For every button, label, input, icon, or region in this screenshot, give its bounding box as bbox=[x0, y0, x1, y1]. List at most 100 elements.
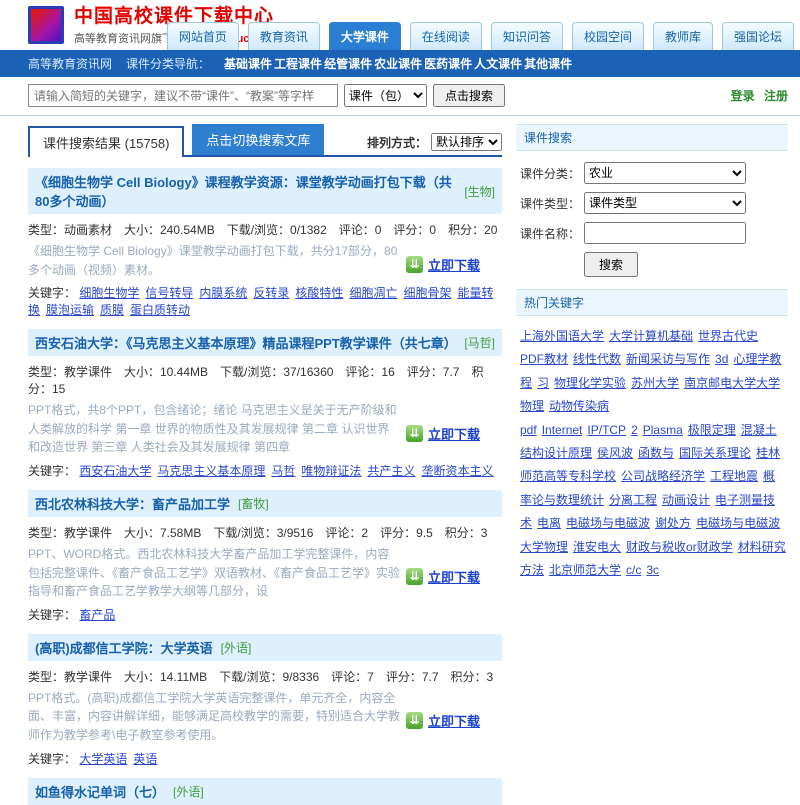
keyword-link[interactable]: 质膜 bbox=[100, 303, 124, 317]
result-title-link[interactable]: 如鱼得水记单词（七） bbox=[35, 782, 165, 801]
keyword-link[interactable]: 马哲 bbox=[271, 464, 295, 478]
keyword-link[interactable]: 核酸特性 bbox=[295, 286, 343, 300]
hot-keyword-link[interactable]: Plasma bbox=[643, 423, 683, 437]
hot-keyword-link[interactable]: 财政与税收or财政学 bbox=[626, 540, 733, 554]
hot-keyword-link[interactable]: 习 bbox=[537, 376, 549, 390]
top-tab-qa[interactable]: 知识问答 bbox=[491, 22, 563, 50]
top-tab-forum[interactable]: 强国论坛 bbox=[722, 22, 794, 50]
keyword-link[interactable]: 马克思主义基本原理 bbox=[157, 464, 265, 478]
login-link[interactable]: 登录 bbox=[731, 89, 755, 103]
hot-keyword-link[interactable]: 国际关系理论 bbox=[679, 446, 751, 460]
download-link[interactable]: 立即下载 bbox=[428, 424, 480, 443]
result-item: 《细胞生物学 Cell Biology》课程教学资源：课堂教学动画打包下载（共8… bbox=[28, 168, 502, 318]
hot-keyword-link[interactable]: 谢处方 bbox=[655, 516, 691, 530]
hot-keyword-link[interactable]: 函数与 bbox=[638, 446, 674, 460]
hot-keyword-link[interactable]: pdf bbox=[520, 423, 537, 437]
type-select[interactable]: 课件类型 bbox=[584, 192, 746, 214]
nav-category-link[interactable]: 农业课件 bbox=[374, 57, 422, 71]
search-button[interactable]: 点击搜索 bbox=[433, 84, 505, 107]
result-keywords: 关键字： 大学英语英语 bbox=[28, 745, 502, 767]
keyword-link[interactable]: 膜泡运输 bbox=[46, 303, 94, 317]
result-title-link[interactable]: 西北农林科技大学：畜产品加工学 bbox=[35, 494, 230, 513]
keyword-link[interactable]: 反转录 bbox=[253, 286, 289, 300]
result-category-tag: [外语] bbox=[221, 639, 252, 656]
hot-keyword-link[interactable]: 苏州大学 bbox=[631, 376, 679, 390]
hot-keyword-link[interactable]: 世界古代史 bbox=[698, 329, 758, 343]
search-bar: 课件（包） 点击搜索 登录 注册 bbox=[0, 77, 800, 113]
category-nav-bar: 高等教育资讯网 课件分类导航： 基础课件工程课件经管课件农业课件医药课件人文课件… bbox=[0, 50, 800, 77]
hot-keyword-link[interactable]: 大学计算机基础 bbox=[609, 329, 693, 343]
hot-keyword-link[interactable]: 电离 bbox=[537, 516, 561, 530]
hot-keyword-link[interactable]: 大学物理 bbox=[520, 540, 568, 554]
hot-keyword-link[interactable]: 工程地震 bbox=[710, 469, 758, 483]
hot-keyword-link[interactable]: c/c bbox=[626, 563, 641, 577]
hot-keyword-link[interactable]: 上海外国语大学 bbox=[520, 329, 604, 343]
sidebar-search-button[interactable]: 搜索 bbox=[584, 252, 638, 277]
hot-keyword-link[interactable]: 动物传染病 bbox=[549, 399, 609, 413]
nav-category-link[interactable]: 工程课件 bbox=[274, 57, 322, 71]
hot-keyword-link[interactable]: 3d bbox=[715, 352, 728, 366]
keyword-link[interactable]: 大学英语 bbox=[79, 752, 127, 766]
tab-search-results[interactable]: 课件搜索结果 (15758) bbox=[28, 126, 184, 157]
courseware-name-input[interactable] bbox=[584, 222, 746, 244]
hot-keyword-link[interactable]: 北京师范大学 bbox=[549, 563, 621, 577]
hot-keyword-link[interactable]: 侯风波 bbox=[597, 446, 633, 460]
hot-keyword-link[interactable]: 新闻采访与写作 bbox=[626, 352, 710, 366]
nav-category-link[interactable]: 医药课件 bbox=[424, 57, 472, 71]
sort-select[interactable]: 默认排序 bbox=[431, 133, 502, 151]
keyword-link[interactable]: 细胞生物学 bbox=[79, 286, 139, 300]
result-category-tag: [外语] bbox=[173, 783, 204, 800]
download-link[interactable]: 立即下载 bbox=[428, 567, 480, 586]
result-title-link[interactable]: 西安石油大学：《马克思主义基本原理》精品课程PPT教学课件（共七章） bbox=[35, 333, 456, 352]
nav-portal-link[interactable]: 高等教育资讯网 bbox=[28, 55, 112, 72]
hot-keyword-link[interactable]: 动画设计 bbox=[662, 493, 710, 507]
result-title-link[interactable]: 《细胞生物学 Cell Biology》课程教学资源：课堂教学动画打包下载（共8… bbox=[35, 172, 456, 210]
top-tab-teachers[interactable]: 教师库 bbox=[653, 22, 713, 50]
keyword-link[interactable]: 内膜系统 bbox=[199, 286, 247, 300]
hot-keyword-link[interactable]: Internet bbox=[542, 423, 583, 437]
hot-keyword-link[interactable]: 电磁场与电磁波 bbox=[566, 516, 650, 530]
top-tab-home[interactable]: 网站首页 bbox=[167, 22, 239, 50]
hot-keyword-link[interactable]: 物理化学实验 bbox=[554, 376, 626, 390]
hot-keyword-link[interactable]: 电磁场与电磁波 bbox=[696, 516, 780, 530]
nav-category-link[interactable]: 人文课件 bbox=[474, 57, 522, 71]
result-description: 《细胞生物学 Cell Biology》课堂教学动画打包下载，共分17部分，80… bbox=[28, 240, 400, 279]
keyword-link[interactable]: 畜产品 bbox=[79, 608, 115, 622]
hot-keyword-link[interactable]: 极限定理 bbox=[688, 423, 736, 437]
hot-keyword-link[interactable]: PDF教材 bbox=[520, 352, 568, 366]
tab-switch-library[interactable]: 点击切换搜索文库 bbox=[192, 124, 324, 155]
download-link[interactable]: 立即下载 bbox=[428, 255, 480, 274]
download-link[interactable]: 立即下载 bbox=[428, 711, 480, 730]
keyword-link[interactable]: 细胞凋亡 bbox=[349, 286, 397, 300]
result-title-link[interactable]: (高职)成都信工学院：大学英语 bbox=[35, 638, 213, 657]
hot-keyword-link[interactable]: IP/TCP bbox=[587, 423, 626, 437]
top-tab-reading[interactable]: 在线阅读 bbox=[410, 22, 482, 50]
keyword-link[interactable]: 垄断资本主义 bbox=[421, 464, 493, 478]
keyword-link[interactable]: 蛋白质转动 bbox=[130, 303, 190, 317]
nav-category-link[interactable]: 经管课件 bbox=[324, 57, 372, 71]
top-tab-news[interactable]: 教育资讯 bbox=[248, 22, 320, 50]
result-category-tag: [畜牧] bbox=[238, 495, 269, 512]
register-link[interactable]: 注册 bbox=[764, 89, 788, 103]
keyword-link[interactable]: 英语 bbox=[133, 752, 157, 766]
keyword-link[interactable]: 信号转导 bbox=[145, 286, 193, 300]
nav-category-link[interactable]: 基础课件 bbox=[224, 57, 272, 71]
hot-keyword-link[interactable]: 公司战略经济学 bbox=[621, 469, 705, 483]
hot-keyword-link[interactable]: 2 bbox=[631, 423, 638, 437]
result-keywords: 关键字： 细胞生物学信号转导内膜系统反转录核酸特性细胞凋亡细胞骨架能量转换膜泡运… bbox=[28, 279, 502, 318]
hot-keyword-link[interactable]: 线性代数 bbox=[573, 352, 621, 366]
keyword-link[interactable]: 共产主义 bbox=[367, 464, 415, 478]
keyword-link[interactable]: 西安石油大学 bbox=[79, 464, 151, 478]
top-tab-courseware[interactable]: 大学课件 bbox=[329, 22, 401, 50]
hot-keyword-link[interactable]: 3c bbox=[646, 563, 659, 577]
keyword-link[interactable]: 细胞骨架 bbox=[403, 286, 451, 300]
keyword-link[interactable]: 唯物辩证法 bbox=[301, 464, 361, 478]
hot-keyword-link[interactable]: 分离工程 bbox=[609, 493, 657, 507]
category-select[interactable]: 农业 bbox=[584, 162, 746, 184]
top-tab-campus[interactable]: 校园空间 bbox=[572, 22, 644, 50]
sidebar: 课件搜索 课件分类： 农业 课件类型： 课件类型 课件名称： 搜索 热门关键字 bbox=[516, 124, 788, 582]
nav-category-link[interactable]: 其他课件 bbox=[524, 57, 572, 71]
search-input[interactable] bbox=[28, 84, 338, 107]
search-type-select[interactable]: 课件（包） bbox=[344, 84, 427, 107]
hot-keyword-link[interactable]: 淮安电大 bbox=[573, 540, 621, 554]
